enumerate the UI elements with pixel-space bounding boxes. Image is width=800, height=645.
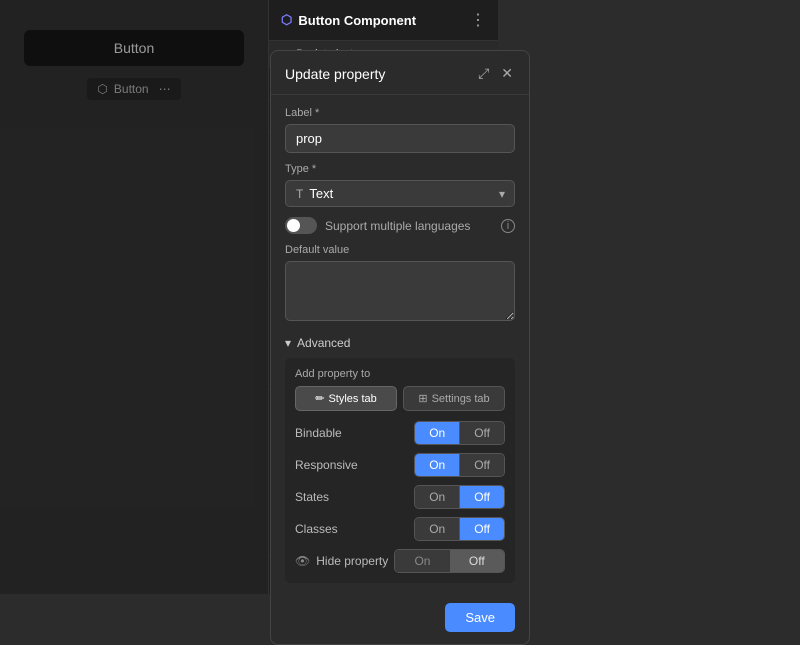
type-text-icon: T — [296, 187, 303, 201]
settings-tab-btn[interactable]: ⊞ Settings tab — [403, 386, 505, 411]
type-field-label: Type * — [285, 163, 515, 175]
responsive-off-btn[interactable]: Off — [459, 454, 504, 476]
panel-menu-button[interactable]: ⋮ — [470, 10, 486, 30]
panel-title: ⬡ Button Component — [281, 12, 416, 28]
hide-on-btn[interactable]: On — [395, 550, 449, 572]
modal-title: Update property — [285, 66, 385, 82]
classes-label: Classes — [295, 522, 338, 536]
responsive-on-btn[interactable]: On — [415, 454, 459, 476]
settings-tab-icon: ⊞ — [418, 392, 427, 405]
canvas-area: Button ⬡ Button ⋯ — [0, 0, 268, 594]
support-languages-row: Support multiple languages i — [285, 217, 515, 234]
close-icon[interactable]: ✕ — [499, 63, 515, 84]
styles-tab-btn[interactable]: ✏ Styles tab — [295, 386, 397, 411]
classes-off-btn[interactable]: Off — [459, 518, 504, 540]
bindable-off-btn[interactable]: Off — [459, 422, 504, 444]
hide-property-on-off: On Off — [394, 549, 505, 573]
classes-row: Classes On Off — [295, 517, 505, 541]
classes-on-btn[interactable]: On — [415, 518, 459, 540]
info-icon: i — [501, 219, 515, 233]
states-on-btn[interactable]: On — [415, 486, 459, 508]
add-property-to-label: Add property to — [295, 368, 505, 380]
label-input[interactable] — [285, 124, 515, 153]
default-value-label: Default value — [285, 244, 515, 256]
save-row: Save — [271, 595, 529, 632]
hide-property-icon: 👁 — [295, 554, 310, 568]
states-off-btn[interactable]: Off — [459, 486, 504, 508]
classes-on-off: On Off — [414, 517, 505, 541]
label-group: Label * — [285, 107, 515, 153]
hide-off-btn[interactable]: Off — [450, 550, 504, 572]
settings-tab-label: Settings tab — [432, 393, 490, 405]
states-on-off: On Off — [414, 485, 505, 509]
default-value-group: Default value — [285, 244, 515, 326]
advanced-section: ▾ Advanced Add property to ✏ Styles tab … — [285, 336, 515, 583]
support-languages-label: Support multiple languages — [325, 219, 493, 233]
type-select-wrapper: T Text — [285, 180, 515, 207]
update-property-modal: Update property ⤢ ✕ Label * Type * T Tex… — [270, 50, 530, 645]
bindable-on-btn[interactable]: On — [415, 422, 459, 444]
label-field-label: Label * — [285, 107, 515, 119]
states-label: States — [295, 490, 329, 504]
hide-property-label: 👁 Hide property — [295, 554, 388, 568]
support-languages-toggle[interactable] — [285, 217, 317, 234]
panel-header: ⬡ Button Component ⋮ — [269, 0, 498, 41]
modal-header: Update property ⤢ ✕ — [271, 51, 529, 95]
styles-tab-label: Styles tab — [328, 393, 376, 405]
panel-title-text: Button Component — [298, 13, 416, 28]
modal-body: Label * Type * T Text Support multiple l… — [271, 95, 529, 595]
save-button[interactable]: Save — [445, 603, 515, 632]
bindable-row: Bindable On Off — [295, 421, 505, 445]
modal-overlay — [0, 0, 268, 594]
type-value: Text — [309, 186, 333, 201]
default-value-textarea[interactable] — [285, 261, 515, 321]
hide-property-row: 👁 Hide property On Off — [295, 549, 505, 573]
states-row: States On Off — [295, 485, 505, 509]
panel-component-icon: ⬡ — [281, 12, 292, 28]
toggle-knob — [287, 219, 300, 232]
type-group: Type * T Text — [285, 163, 515, 207]
bindable-label: Bindable — [295, 426, 342, 440]
modal-header-icons: ⤢ ✕ — [476, 63, 515, 84]
advanced-arrow: ▾ — [285, 336, 291, 350]
responsive-label: Responsive — [295, 458, 358, 472]
bindable-on-off: On Off — [414, 421, 505, 445]
responsive-on-off: On Off — [414, 453, 505, 477]
styles-tab-icon: ✏ — [315, 392, 324, 405]
type-select-display[interactable]: T Text — [285, 180, 515, 207]
responsive-row: Responsive On Off — [295, 453, 505, 477]
advanced-toggle[interactable]: ▾ Advanced — [285, 336, 350, 350]
expand-icon[interactable]: ⤢ — [476, 63, 491, 84]
advanced-label: Advanced — [297, 336, 350, 350]
property-tab-buttons: ✏ Styles tab ⊞ Settings tab — [295, 386, 505, 411]
advanced-content: Add property to ✏ Styles tab ⊞ Settings … — [285, 358, 515, 583]
